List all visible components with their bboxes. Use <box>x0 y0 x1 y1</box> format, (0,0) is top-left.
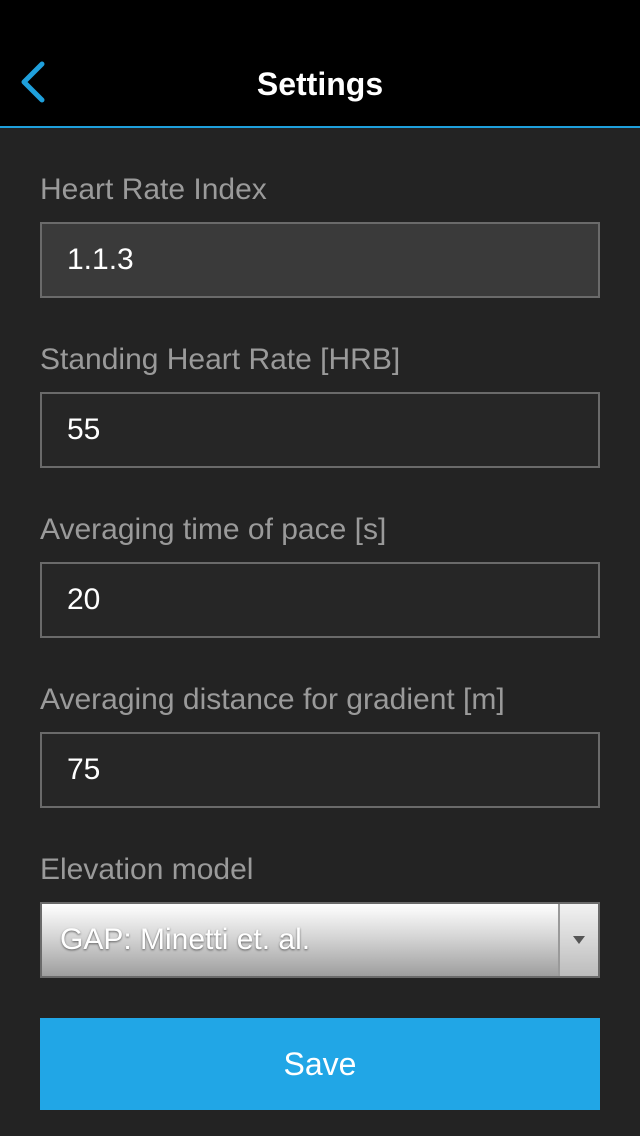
averaging-distance-gradient-input[interactable] <box>40 732 600 808</box>
standing-heart-rate-label: Standing Heart Rate [HRB] <box>40 343 401 376</box>
elevation-model-selected-value: GAP: Minetti et. al. <box>60 923 311 956</box>
field-standing-heart-rate: Standing Heart Rate [HRB] <box>40 340 600 468</box>
header-bar: Settings <box>0 0 640 128</box>
field-elevation-model: Elevation model GAP: Minetti et. al. <box>40 850 600 978</box>
averaging-time-pace-input[interactable] <box>40 562 600 638</box>
dropdown-arrow-icon <box>558 904 598 976</box>
heart-rate-index-input[interactable] <box>40 222 600 298</box>
elevation-model-label: Elevation model <box>40 853 254 886</box>
averaging-distance-gradient-label: Averaging distance for gradient [m] <box>40 683 505 716</box>
elevation-model-select[interactable]: GAP: Minetti et. al. <box>40 902 600 978</box>
standing-heart-rate-input[interactable] <box>40 392 600 468</box>
page-title: Settings <box>256 66 384 102</box>
settings-form: Heart Rate Index Standing Heart Rate [HR… <box>40 170 600 978</box>
heart-rate-index-label: Heart Rate Index <box>40 173 267 206</box>
averaging-time-pace-label: Averaging time of pace [s] <box>40 513 387 546</box>
field-averaging-distance-gradient: Averaging distance for gradient [m] <box>40 680 600 808</box>
save-button[interactable]: Save <box>40 1018 600 1110</box>
field-heart-rate-index: Heart Rate Index <box>40 170 600 298</box>
field-averaging-time-pace: Averaging time of pace [s] <box>40 510 600 638</box>
